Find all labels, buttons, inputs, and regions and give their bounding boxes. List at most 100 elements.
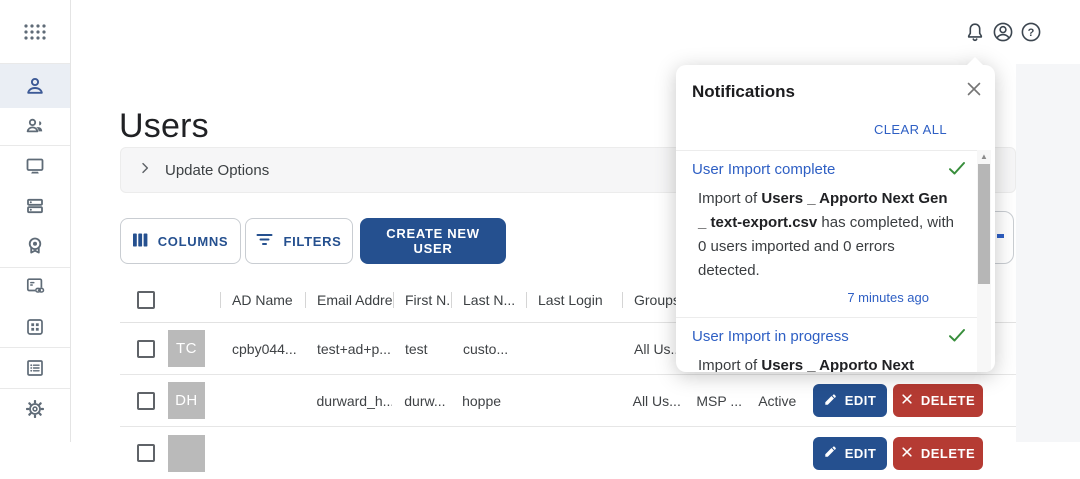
sidebar-item-settings[interactable] (0, 389, 70, 429)
server-icon (23, 194, 47, 218)
chevron-right-icon (137, 160, 153, 181)
notification-body: Import of Users _ Apporto Next (698, 357, 915, 372)
avatar-cell (166, 434, 220, 472)
notification-item: User Import complete Import of Users _ A… (676, 151, 978, 317)
create-new-user-button[interactable]: CREATE NEW USER (360, 218, 506, 264)
edit-button-label: EDIT (844, 393, 877, 408)
account-icon[interactable] (991, 20, 1015, 44)
notifications-title: Notifications (692, 82, 795, 101)
notification-title-link[interactable]: User Import in progress (692, 328, 849, 345)
notification-list: User Import complete Import of Users _ A… (676, 151, 978, 372)
columns-button[interactable]: COLUMNS (120, 218, 241, 264)
sidebar (0, 0, 71, 442)
cell-first-name: test (405, 340, 428, 357)
select-all-checkbox[interactable] (137, 291, 155, 309)
cell-last-name: hoppe (462, 392, 502, 409)
scroll-up-arrow[interactable]: ▲ (977, 150, 991, 162)
content-background (1016, 64, 1080, 442)
sidebar-item-webcams[interactable] (0, 226, 70, 266)
webcam-icon (23, 234, 47, 258)
pencil-icon (824, 445, 837, 461)
col-header-first-name[interactable]: First N... (393, 292, 451, 308)
filters-button-label: FILTERS (283, 233, 342, 249)
x-icon (901, 393, 913, 408)
notification-timestamp: 7 minutes ago (847, 290, 929, 305)
row-checkbox[interactable] (137, 339, 155, 358)
delete-button-label: DELETE (920, 445, 976, 461)
row-select-cell (120, 339, 166, 358)
avatar-cell: TC (166, 330, 220, 367)
sidebar-item-desktops[interactable] (0, 146, 70, 186)
edit-button[interactable]: EDIT (813, 436, 887, 470)
apps-grid-icon (22, 23, 48, 41)
check-icon (948, 161, 966, 181)
delete-button[interactable]: DELETE (893, 436, 983, 470)
col-header-email[interactable]: Email Addre... (305, 292, 393, 308)
panel-scrollbar: ▲ ▼ (977, 150, 991, 372)
clear-all-button[interactable]: CLEAR ALL (874, 122, 947, 137)
columns-icon (132, 233, 148, 250)
sidebar-item-servers[interactable] (0, 186, 70, 226)
update-options-label: Update Options (165, 161, 270, 179)
delete-button[interactable]: DELETE (893, 384, 983, 417)
scrollbar-thumb[interactable] (978, 164, 990, 284)
filter-icon (256, 233, 273, 249)
pencil-icon (824, 393, 837, 409)
sidebar-item-apps[interactable] (0, 12, 70, 52)
avatar (167, 434, 205, 472)
cell-actions: EDIT DELETE (813, 436, 1016, 470)
table-row: EDIT DELETE (120, 427, 1016, 479)
cell-email: durward_h... (316, 392, 393, 409)
select-all-cell (120, 291, 166, 309)
desktop-icon (23, 154, 47, 178)
col-header-last-login[interactable]: Last Login (526, 292, 622, 308)
grid-squares-icon (23, 315, 47, 339)
row-select-cell (120, 391, 166, 410)
col-header-ad-name[interactable]: AD Name (220, 292, 305, 308)
help-icon[interactable]: ? (1019, 20, 1043, 44)
sidebar-item-users[interactable] (0, 64, 70, 108)
notifications-panel: Notifications CLEAR ALL User Import comp… (676, 57, 995, 372)
cell-ad-name: cpby044... (232, 340, 297, 357)
edit-button-label: EDIT (844, 445, 877, 461)
cell-last-name: custo... (463, 340, 509, 357)
cell-extra2: Active (758, 392, 797, 409)
cell-groups: All Us... (632, 392, 681, 409)
overflow-button-glyph (997, 234, 1004, 238)
sidebar-item-logs[interactable] (0, 348, 70, 388)
cell-first-name: durw... (404, 392, 446, 409)
notification-title-link[interactable]: User Import complete (692, 161, 835, 178)
x-icon (901, 446, 913, 461)
check-icon (948, 328, 966, 348)
cell-extra1: MSP ... (696, 392, 743, 409)
create-new-user-label: CREATE NEW USER (386, 226, 480, 256)
notification-body: Import of Users _ Apporto Next Gen _ tex… (698, 190, 954, 279)
sidebar-item-connections[interactable] (0, 266, 70, 306)
users-group-icon (23, 113, 47, 137)
columns-button-label: COLUMNS (157, 233, 229, 249)
avatar: DH (167, 382, 205, 419)
avatar: TC (168, 330, 205, 367)
col-header-last-name[interactable]: Last N... (451, 292, 526, 308)
sidebar-item-apps-catalog[interactable] (0, 307, 70, 347)
close-icon[interactable] (963, 78, 985, 100)
settings-gear-icon (23, 397, 47, 421)
sidebar-item-user-groups[interactable] (0, 105, 70, 145)
page-title: Users (119, 106, 209, 145)
cell-email: test+ad+p... (317, 340, 391, 357)
edit-button[interactable]: EDIT (813, 384, 887, 417)
row-checkbox[interactable] (137, 444, 155, 462)
list-icon (23, 356, 47, 380)
bell-icon[interactable] (963, 20, 987, 44)
notification-item: User Import in progress Import of Users … (676, 317, 978, 372)
user-icon (23, 74, 47, 98)
row-select-cell (120, 444, 166, 462)
table-row: DH durward_h... durw... hoppe All Us... … (120, 375, 1016, 427)
delete-button-label: DELETE (920, 393, 976, 408)
filters-button[interactable]: FILTERS (245, 218, 353, 264)
cell-actions: EDIT DELETE (813, 384, 1016, 417)
svg-text:?: ? (1028, 27, 1035, 39)
card-link-icon (23, 274, 47, 298)
avatar-cell: DH (166, 382, 220, 419)
row-checkbox[interactable] (137, 391, 155, 410)
